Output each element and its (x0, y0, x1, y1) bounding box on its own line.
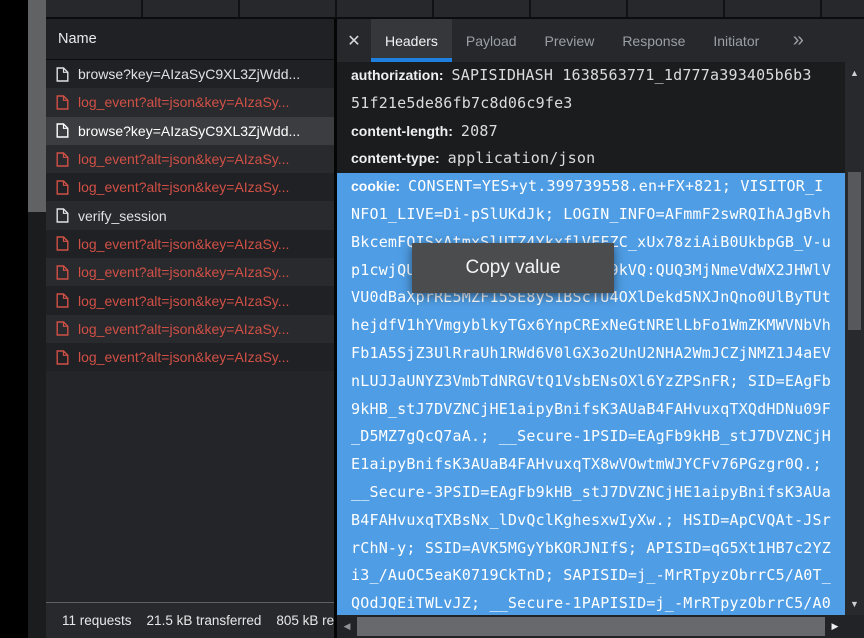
scroll-right-icon[interactable]: ▶ (825, 615, 845, 638)
header-line: B4FAHvuxqTXBsNx_lDvQclKghesxwIyXw.; HSID… (337, 507, 845, 535)
header-entry-content-length[interactable]: content-length: 2087 (337, 118, 845, 146)
tab-preview[interactable]: Preview (531, 19, 609, 62)
request-row[interactable]: log_event?alt=json&key=AIzaSy... (46, 173, 334, 201)
file-icon (56, 95, 69, 110)
header-line: 51f21e5de86fb7c8d06c9fe3 (337, 90, 845, 118)
file-icon (56, 293, 69, 308)
request-label: log_event?alt=json&key=AIzaSy... (78, 94, 289, 110)
request-label: verify_session (78, 208, 167, 224)
horizontal-scrollbar-thumb[interactable] (357, 617, 825, 636)
outer-scrollbar-thumb[interactable] (28, 0, 46, 212)
network-status-bar: 11 requests 21.5 kB transferred 805 kB r… (46, 602, 334, 638)
header-line: QOdJQEiTWLvJZ; __Secure-1PAPISID=j_-MrRT… (337, 590, 845, 615)
header-name: content-length: (351, 123, 453, 139)
header-value: 2087 (461, 122, 498, 140)
file-icon (56, 236, 69, 251)
close-icon[interactable]: ✕ (337, 19, 371, 62)
more-tabs-icon[interactable]: » (785, 19, 811, 62)
header-value: SAPISIDHASH 1638563771_1d777a393405b6b3 (452, 66, 812, 84)
request-row[interactable]: browse?key=AIzaSyC9XL3ZjWdd... (46, 117, 334, 145)
scroll-left-icon[interactable]: ◀ (337, 615, 357, 638)
request-row[interactable]: log_event?alt=json&key=AIzaSy... (46, 315, 334, 343)
header-value: application/json (448, 149, 596, 167)
request-list-empty-area (46, 371, 334, 602)
context-menu: Copy value (412, 243, 614, 293)
request-row[interactable]: log_event?alt=json&key=AIzaSy... (46, 230, 334, 258)
header-line: i3_/AuOC5eaK0719CkTnD; SAPISID=j_-MrRTpy… (337, 562, 845, 590)
scrollbar-corner (845, 615, 864, 638)
header-entry-content-type[interactable]: content-type: application/json (337, 145, 845, 173)
header-name: authorization: (351, 67, 444, 83)
file-icon (56, 123, 69, 138)
request-label: log_event?alt=json&key=AIzaSy... (78, 349, 289, 365)
scroll-up-icon[interactable]: ▲ (845, 64, 864, 82)
request-label: log_event?alt=json&key=AIzaSy... (78, 236, 289, 252)
request-label: browse?key=AIzaSyC9XL3ZjWdd... (78, 66, 300, 82)
file-icon (56, 180, 69, 195)
request-row[interactable]: log_event?alt=json&key=AIzaSy... (46, 145, 334, 173)
header-value: CONSENT=YES+yt.399739558.en+FX+821; VISI… (408, 177, 823, 195)
file-icon (56, 152, 69, 167)
header-line: 9kHB_stJ7DVZNCjHE1aipyBnifsK3AUaB4FAHvux… (337, 396, 845, 424)
copy-value-menu-item[interactable]: Copy value (465, 257, 560, 279)
headers-content: authorization: SAPISIDHASH 1638563771_1d7… (337, 62, 845, 615)
header-line: nLUJJaUNYZ3VmbTdNRGVtQ1VsbENsOXl6YzZPSnF… (337, 368, 845, 396)
name-column-header[interactable]: Name (46, 19, 334, 60)
network-overview-strip (46, 0, 864, 19)
request-label: log_event?alt=json&key=AIzaSy... (78, 321, 289, 337)
details-vertical-scrollbar[interactable]: ▲ ▼ (845, 62, 864, 615)
header-line: content-type: application/json (337, 145, 845, 173)
request-count: 11 requests (62, 613, 132, 628)
request-row[interactable]: log_event?alt=json&key=AIzaSy... (46, 343, 334, 371)
details-horizontal-scrollbar[interactable]: ◀ ▶ (337, 615, 845, 638)
file-icon (56, 321, 69, 336)
request-row[interactable]: log_event?alt=json&key=AIzaSy... (46, 286, 334, 314)
tab-headers[interactable]: Headers (371, 19, 452, 62)
request-label: log_event?alt=json&key=AIzaSy... (78, 179, 289, 195)
header-line: Fb1A5SjZ3UlRraUh1RWd6V0lGX3o2UnU2NHA2WmJ… (337, 340, 845, 368)
request-label: log_event?alt=json&key=AIzaSy... (78, 293, 289, 309)
header-line: content-length: 2087 (337, 118, 845, 146)
header-name: content-type: (351, 150, 440, 166)
request-row[interactable]: verify_session (46, 201, 334, 229)
file-icon (56, 265, 69, 280)
file-icon (56, 350, 69, 365)
file-icon (56, 67, 69, 82)
outer-vertical-scrollbar[interactable] (28, 0, 46, 638)
header-line: E1aipyBnifsK3AUaB4FAHvuxqTX8wVOwtmWJYCFv… (337, 451, 845, 479)
header-line: _D5MZ7gQcQ7aA.; __Secure-1PSID=EAgFb9kHB… (337, 423, 845, 451)
request-row[interactable]: log_event?alt=json&key=AIzaSy... (46, 88, 334, 116)
request-row[interactable]: log_event?alt=json&key=AIzaSy... (46, 258, 334, 286)
tabs-container: HeadersPayloadPreviewResponseInitiator (371, 19, 773, 62)
header-line: NFO1_LIVE=Di-pSlUKdJk; LOGIN_INFO=AFmmF2… (337, 201, 845, 229)
header-name: cookie: (351, 178, 400, 194)
request-details-panel: ✕ HeadersPayloadPreviewResponseInitiator… (337, 19, 864, 638)
request-list-panel: Name browse?key=AIzaSyC9XL3ZjWdd... log_e… (46, 19, 334, 638)
header-line: hejdfV1hYVmgyblkyTGx6YnpCRExNeGtNRElLbFo… (337, 312, 845, 340)
request-row[interactable]: browse?key=AIzaSyC9XL3ZjWdd... (46, 60, 334, 88)
tab-response[interactable]: Response (608, 19, 699, 62)
request-label: log_event?alt=json&key=AIzaSy... (78, 264, 289, 280)
transferred-size: 21.5 kB transferred (147, 613, 262, 628)
details-tab-bar: ✕ HeadersPayloadPreviewResponseInitiator… (337, 19, 864, 62)
tab-payload[interactable]: Payload (452, 19, 531, 62)
request-label: log_event?alt=json&key=AIzaSy... (78, 151, 289, 167)
header-line: cookie: CONSENT=YES+yt.399739558.en+FX+82… (337, 173, 845, 201)
header-line: __Secure-3PSID=EAgFb9kHB_stJ7DVZNCjHE1ai… (337, 479, 845, 507)
header-line: rChN-y; SSID=AVK5MGyYbKORJNIfS; APISID=q… (337, 535, 845, 563)
header-line: authorization: SAPISIDHASH 1638563771_1d7… (337, 62, 845, 90)
header-entry-cookie[interactable]: cookie: CONSENT=YES+yt.399739558.en+FX+82… (337, 173, 845, 615)
header-entry-authorization[interactable]: authorization: SAPISIDHASH 1638563771_1d7… (337, 62, 845, 118)
vertical-scrollbar-thumb[interactable] (848, 172, 861, 330)
file-icon (56, 208, 69, 223)
request-list: browse?key=AIzaSyC9XL3ZjWdd... log_event?… (46, 60, 334, 371)
devtools-network-panel: Name browse?key=AIzaSyC9XL3ZjWdd... log_e… (0, 0, 864, 638)
request-label: browse?key=AIzaSyC9XL3ZjWdd... (78, 123, 300, 139)
tab-initiator[interactable]: Initiator (699, 19, 773, 62)
resources-size: 805 kB resources (276, 613, 334, 628)
scroll-down-icon[interactable]: ▼ (845, 595, 864, 613)
